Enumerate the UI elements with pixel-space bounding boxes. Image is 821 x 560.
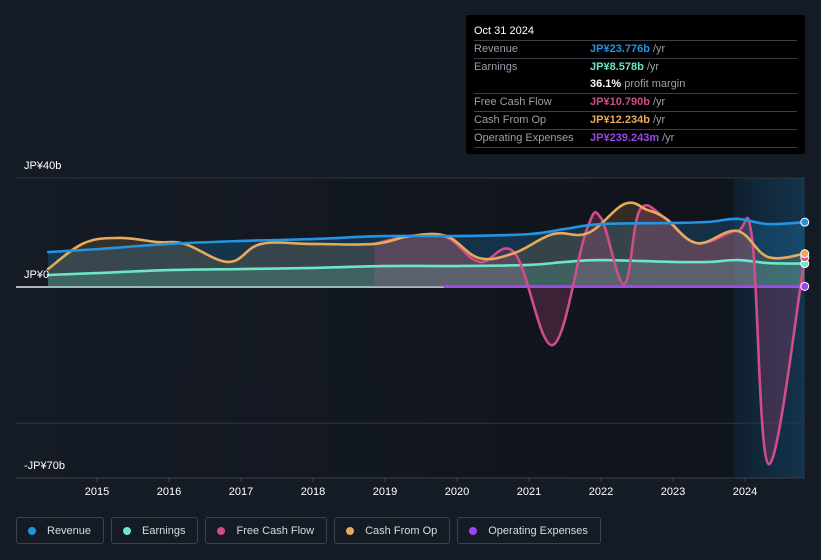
x-tick-label: 2019	[373, 486, 397, 498]
tooltip-value: JP¥239.243m	[590, 132, 660, 144]
legend-dot-icon	[469, 526, 478, 535]
legend-dot-icon	[28, 526, 36, 535]
x-tick-label: 2015	[85, 486, 109, 498]
tooltip-row-operating-expenses: Operating Expenses JP¥239.243m/yr	[474, 130, 797, 148]
tooltip-value: 36.1%	[590, 78, 622, 90]
x-tick-label: 2020	[445, 486, 469, 498]
y-tick-label-neg70b: -JP¥70b	[24, 460, 65, 472]
tooltip-panel: Oct 31 2024 Revenue JP¥23.776b/yr Earnings…	[466, 15, 805, 154]
tooltip-unit: /yr	[652, 114, 666, 126]
legend-dot-icon	[217, 526, 226, 535]
tooltip-value: JP¥12.234b	[590, 114, 650, 126]
tooltip-value: JP¥23.776b	[590, 43, 650, 55]
legend: Revenue Earnings Free Cash Flow Cash From O…	[16, 517, 601, 544]
tooltip-label	[474, 76, 590, 93]
tooltip-label: Earnings	[474, 61, 518, 73]
tooltip-row-profit-margin: 36.1% profit margin	[474, 76, 797, 94]
legend-item-cash-from-op[interactable]: Cash From Op	[334, 517, 451, 544]
cash-from-op-end-dot	[800, 249, 810, 259]
x-tick-label: 2016	[157, 486, 181, 498]
tooltip-date: Oct 31 2024	[474, 15, 797, 41]
tooltip-row-cash-from-op: Cash From Op JP¥12.234b/yr	[474, 112, 797, 130]
x-tick-label: 2024	[733, 486, 757, 498]
operating-expenses-end-dot	[800, 281, 810, 291]
x-tick-label: 2017	[229, 486, 253, 498]
legend-label: Operating Expenses	[488, 524, 588, 537]
tooltip-label: Cash From Op	[474, 114, 547, 126]
tooltip-row-revenue: Revenue JP¥23.776b/yr	[474, 41, 797, 59]
tooltip-label: Operating Expenses	[474, 132, 574, 144]
tooltip-unit: /yr	[652, 43, 666, 55]
tooltip-unit: /yr	[662, 132, 675, 144]
legend-label: Earnings	[142, 524, 186, 537]
tooltip-row-earnings: Earnings JP¥8.578b/yr	[474, 59, 797, 76]
y-tick-label-40b: JP¥40b	[24, 160, 62, 172]
tooltip-label: Free Cash Flow	[474, 96, 552, 108]
tooltip-value: JP¥8.578b	[590, 61, 644, 73]
legend-item-earnings[interactable]: Earnings	[111, 517, 199, 544]
tooltip-unit: /yr	[652, 96, 666, 108]
y-tick-label-0: JP¥0	[24, 269, 50, 281]
legend-item-free-cash-flow[interactable]: Free Cash Flow	[205, 517, 328, 544]
tooltip-unit: /yr	[646, 61, 660, 73]
legend-dot-icon	[123, 526, 132, 535]
x-tick-label: 2022	[589, 486, 613, 498]
legend-label: Revenue	[47, 524, 92, 537]
tooltip-value: JP¥10.790b	[590, 96, 650, 108]
legend-label: Cash From Op	[365, 524, 438, 537]
tooltip-label: Revenue	[474, 43, 519, 55]
legend-item-operating-expenses[interactable]: Operating Expenses	[457, 517, 601, 544]
x-tick-label: 2021	[517, 486, 541, 498]
legend-item-revenue[interactable]: Revenue	[16, 517, 105, 544]
x-tick-label: 2023	[661, 486, 685, 498]
legend-dot-icon	[346, 526, 355, 535]
x-tick-label: 2018	[301, 486, 325, 498]
legend-label: Free Cash Flow	[236, 524, 315, 537]
revenue-end-dot	[800, 217, 810, 227]
tooltip-unit: profit margin	[624, 78, 686, 90]
tooltip-row-free-cash-flow: Free Cash Flow JP¥10.790b/yr	[474, 94, 797, 112]
